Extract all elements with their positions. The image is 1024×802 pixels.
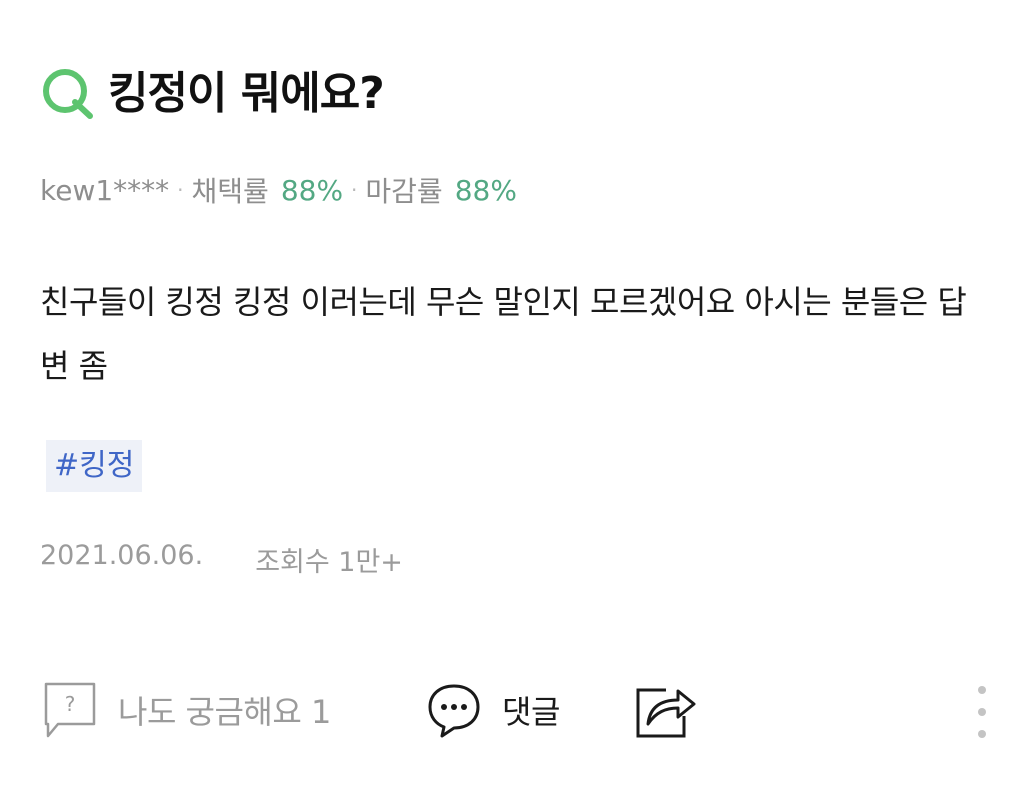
- question-bubble-icon: ?: [44, 682, 96, 738]
- curious-label: 나도 궁금해요 1: [118, 693, 331, 731]
- share-icon: [636, 688, 696, 738]
- q-icon: [43, 69, 93, 119]
- question-title: 킹정이 뭐에요?: [108, 68, 385, 119]
- comment-label: 댓글: [502, 693, 560, 731]
- post-info: 2021.06.06. 조회수 1만+: [40, 540, 403, 579]
- meta-separator: ·: [351, 178, 358, 202]
- tag-chip[interactable]: #킹정: [46, 440, 143, 492]
- question-page: 킹정이 뭐에요? kew1**** · 채택률 88% · 마감률 88% 친구…: [0, 0, 1024, 802]
- action-bar: ? 나도 궁금해요 1 댓글: [40, 680, 1000, 744]
- adoption-label: 채택률: [191, 175, 269, 208]
- meta-separator: ·: [177, 178, 184, 202]
- comment-button[interactable]: 댓글: [426, 680, 560, 740]
- curious-button[interactable]: ? 나도 궁금해요 1: [42, 680, 331, 740]
- share-button[interactable]: [632, 680, 698, 740]
- more-vertical-icon: [978, 686, 986, 738]
- adoption-rate: 88%: [280, 173, 344, 207]
- speech-bubble-icon: [428, 684, 480, 738]
- view-count: 조회수 1만+: [255, 547, 403, 578]
- post-date: 2021.06.06.: [40, 540, 204, 571]
- svg-text:?: ?: [65, 692, 76, 716]
- closing-rate: 88%: [454, 173, 517, 207]
- more-options-button[interactable]: [972, 680, 992, 740]
- closing-label: 마감률: [365, 175, 443, 208]
- question-header: 킹정이 뭐에요?: [40, 66, 385, 122]
- question-body: 친구들이 킹정 킹정 이러는데 무슨 말인지 모르겠어요 아시는 분들은 답변 …: [40, 283, 967, 385]
- author-meta: kew1**** · 채택률 88% · 마감률 88%: [40, 170, 517, 210]
- author-id[interactable]: kew1****: [40, 174, 169, 207]
